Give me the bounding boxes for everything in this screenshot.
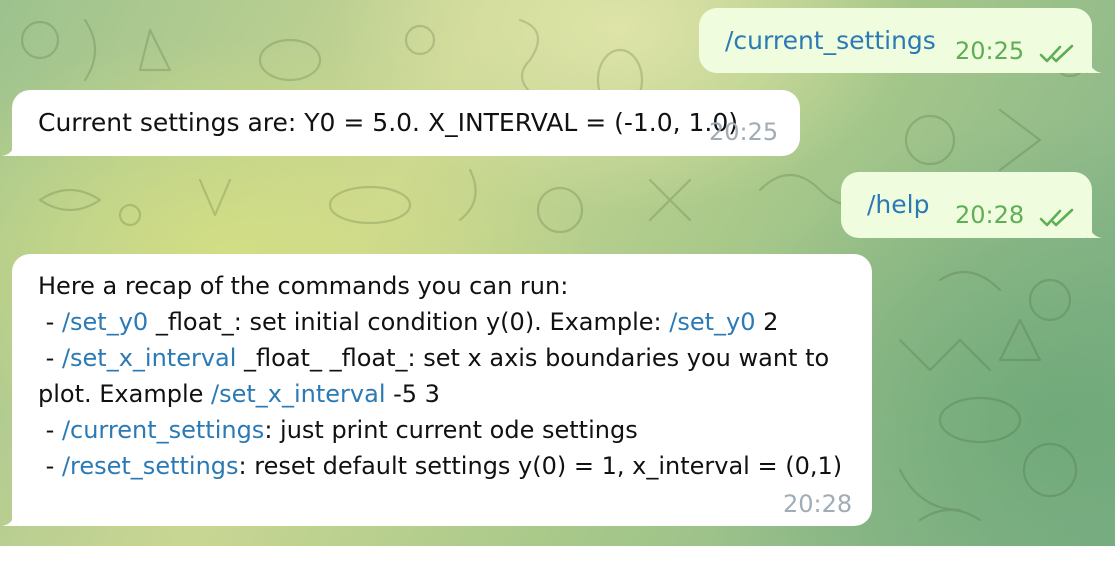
message-time: 20:25 [709,118,779,146]
help-line: - /set_x_interval _float_ _float_: set x… [38,340,842,376]
double-check-icon [1039,208,1074,227]
help-line-text: : just print current ode settings [264,416,638,444]
incoming-message-bubble[interactable]: Here a recap of the commands you can run… [12,254,872,526]
message-time: 20:28 [955,201,1025,229]
help-line-text: -5 3 [385,380,440,408]
list-bullet: - [45,416,62,444]
help-line-text: 2 [755,308,779,336]
help-line: - /reset_settings: reset default setting… [38,448,842,484]
help-line: plot. Example /set_x_interval -5 3 [38,376,842,412]
command-link[interactable]: /current_settings [725,23,936,59]
command-link[interactable]: /set_x_interval [62,344,236,372]
message-text: Current settings are: Y0 = 5.0. X_INTERV… [38,108,739,137]
command-link[interactable]: /set_x_interval [211,380,385,408]
bubble-tail [2,510,16,526]
incoming-message-bubble[interactable]: Current settings are: Y0 = 5.0. X_INTERV… [12,90,800,156]
bubble-tail [2,140,16,156]
bubble-tail [1088,57,1102,73]
command-link[interactable]: /reset_settings [62,452,239,480]
command-link[interactable]: /set_y0 [62,308,148,336]
command-link[interactable]: /help [867,187,929,223]
help-intro: Here a recap of the commands you can run… [38,272,569,300]
bubble-tail [1088,222,1102,238]
outgoing-message-bubble[interactable]: /current_settings 20:25 [699,8,1092,73]
list-bullet: - [45,344,62,372]
help-line: - /current_settings: just print current … [38,412,842,448]
help-line-text: : reset default settings y(0) = 1, x_int… [238,452,843,480]
help-line-text: _float_ _float_: set x axis boundaries y… [236,344,830,372]
message-time: 20:28 [783,490,853,518]
help-line: - /set_y0 _float_: set initial condition… [38,304,842,340]
outgoing-message-bubble[interactable]: /help 20:28 [841,172,1092,238]
command-link[interactable]: /set_y0 [669,308,755,336]
help-line-text: _float_: set initial condition y(0). Exa… [148,308,670,336]
double-check-icon [1039,44,1074,63]
list-bullet: - [45,452,62,480]
help-line-text: plot. Example [38,380,212,408]
list-bullet: - [45,308,62,336]
message-time: 20:25 [955,37,1025,65]
command-link[interactable]: /current_settings [62,416,264,444]
bottom-strip [0,546,1115,567]
help-text: Here a recap of the commands you can run… [38,268,842,484]
